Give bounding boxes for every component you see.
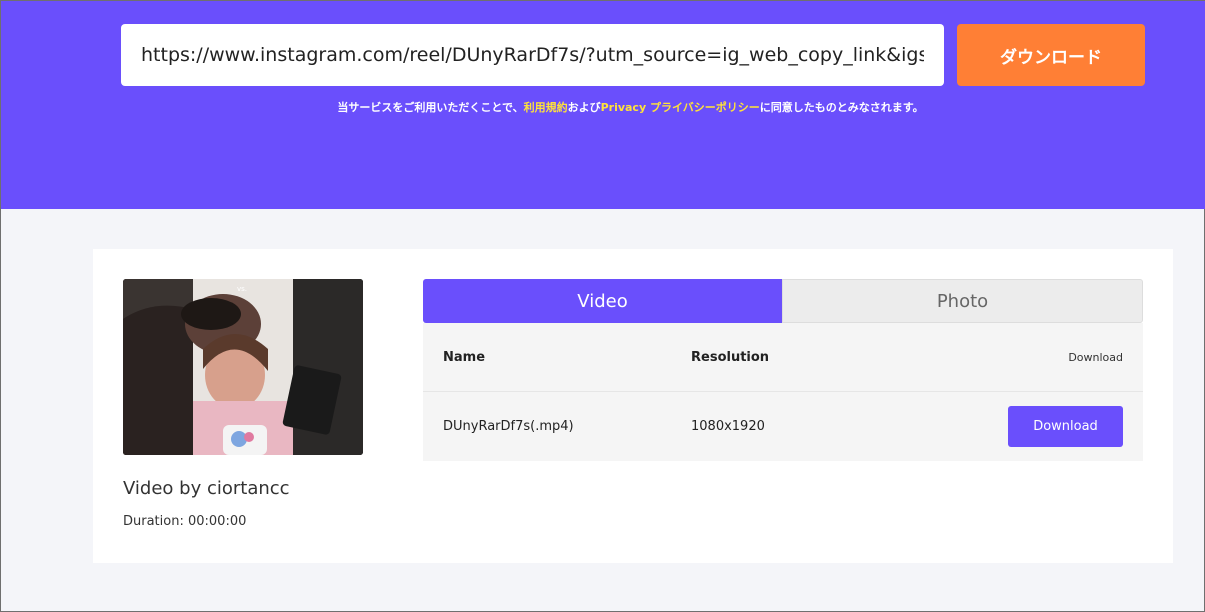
video-author: Video by ciortancc [123, 478, 290, 499]
download-table: Name Resolution Download DUnyRarDf7s(.mp… [423, 323, 1143, 461]
terms-notice: 当サービスをご利用いただくことで、利用規約およびPrivacy プライバシーポリ… [1, 99, 1205, 115]
table-row: DUnyRarDf7s(.mp4) 1080x1920 Download [423, 392, 1143, 461]
file-name: DUnyRarDf7s(.mp4) [443, 419, 574, 434]
result-card: vs. Video by ciortancc Duration: 00:00:0… [93, 249, 1173, 563]
hero-banner: ダウンロード 当サービスをご利用いただくことで、利用規約およびPrivacy プ… [1, 1, 1205, 209]
terms-text-1: 当サービスをご利用いただくことで、 [337, 101, 524, 114]
download-submit-button[interactable]: ダウンロード [957, 24, 1145, 86]
table-header-row: Name Resolution Download [423, 323, 1143, 392]
thumbnail-image [123, 279, 363, 455]
video-thumbnail[interactable]: vs. [123, 279, 363, 455]
url-input[interactable] [121, 24, 944, 86]
file-resolution: 1080x1920 [691, 419, 765, 434]
tab-photo[interactable]: Photo [782, 279, 1143, 323]
terms-of-service-link[interactable]: 利用規約 [524, 101, 568, 114]
terms-text-2: および [567, 101, 601, 114]
video-duration: Duration: 00:00:00 [123, 514, 247, 529]
download-cell: Download [1008, 392, 1123, 461]
thumbnail-caption: vs. [237, 285, 248, 293]
terms-text-3: に同意したものとみなされます。 [759, 101, 924, 114]
media-type-tabs: Video Photo [423, 279, 1143, 323]
header-download: Download [1068, 350, 1123, 364]
header-resolution: Resolution [691, 349, 770, 365]
privacy-policy-link[interactable]: Privacy プライバシーポリシー [601, 101, 760, 114]
header-name: Name [443, 349, 486, 365]
tab-video[interactable]: Video [423, 279, 782, 323]
download-button[interactable]: Download [1008, 406, 1123, 447]
